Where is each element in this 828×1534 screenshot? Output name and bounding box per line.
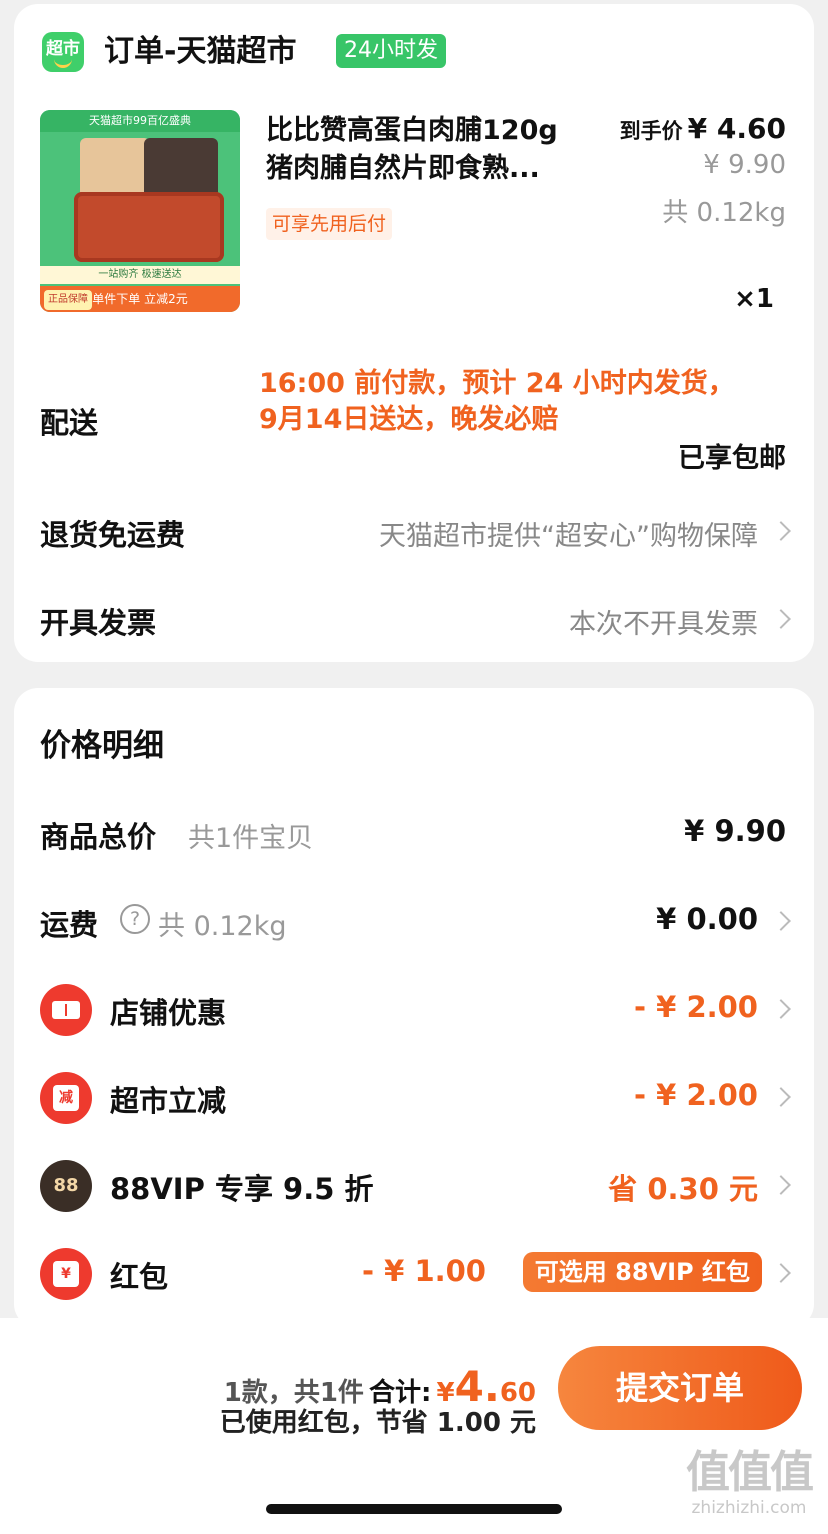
shop-discount-label: 店铺优惠 bbox=[110, 996, 227, 1030]
chevron-right-icon bbox=[771, 609, 791, 629]
red-packet-value: - ¥ 1.00 bbox=[362, 1254, 486, 1288]
shipping-fee-value: ¥ 0.00 bbox=[656, 902, 758, 936]
vip-discount-label: 88VIP 专享 9.5 折 bbox=[110, 1172, 374, 1206]
product-quantity[interactable]: ×1 bbox=[734, 284, 774, 314]
delivery-info: 16:00 前付款，预计 24 小时内发货， 9月14日送达，晚发必赔 bbox=[259, 368, 735, 435]
product-name[interactable]: 比比赞高蛋白肉脯120g 猪肉脯自然片即食熟... bbox=[266, 112, 616, 188]
shop-title: 订单-天猫超市 bbox=[104, 34, 297, 69]
chevron-right-icon bbox=[771, 1263, 791, 1283]
delivery-label: 配送 bbox=[40, 406, 99, 440]
product-image-slogan: 一站购齐 极速送达 bbox=[40, 266, 240, 284]
original-price: ¥ 9.90 bbox=[703, 150, 786, 180]
goods-total-count: 共1件宝贝 bbox=[188, 823, 314, 854]
discount-icon: 减 bbox=[40, 1072, 92, 1124]
shipping-24h-badge: 24小时发 bbox=[336, 34, 446, 68]
shipping-fee-label: 运费 bbox=[40, 908, 99, 942]
goods-total-label: 商品总价 bbox=[40, 820, 157, 854]
chevron-right-icon bbox=[771, 1087, 791, 1107]
shop-discount-value: - ¥ 2.00 bbox=[634, 990, 758, 1024]
product-weight: 共 0.12kg bbox=[662, 198, 786, 228]
invoice-value: 本次不开具发票 bbox=[569, 609, 758, 640]
return-shipping-value: 天猫超市提供“超安心”购物保障 bbox=[379, 521, 758, 552]
goods-total-value: ¥ 9.90 bbox=[684, 814, 786, 848]
savings-text: 已使用红包，节省 1.00 元 bbox=[219, 1408, 536, 1438]
pay-later-badge: 可享先用后付 bbox=[266, 208, 393, 240]
vip-discount-value: 省 0.30 元 bbox=[608, 1172, 758, 1206]
home-indicator[interactable] bbox=[266, 1504, 562, 1514]
authentic-guarantee-badge: 正品保障 bbox=[44, 290, 92, 310]
tmall-supermarket-logo-icon: 超市 bbox=[42, 32, 84, 72]
watermark: 值值值 zhizhizhi.com bbox=[686, 1447, 814, 1519]
help-question-icon[interactable]: ? bbox=[120, 904, 150, 934]
price-detail-card: 价格明细 商品总价 共1件宝贝 ¥ 9.90 运费 ? 共 0.12kg ¥ 0… bbox=[14, 688, 814, 1328]
chevron-right-icon bbox=[771, 521, 791, 541]
product-image-banner: 天猫超市99百亿盛典 bbox=[40, 110, 240, 132]
return-shipping-label: 退货免运费 bbox=[40, 518, 186, 552]
free-shipping-text: 已享包邮 bbox=[678, 443, 786, 474]
price-detail-title: 价格明细 bbox=[40, 728, 164, 764]
order-card: 超市 订单-天猫超市 24小时发 天猫超市99百亿盛典 一站购齐 极速送达 单件… bbox=[14, 4, 814, 662]
chevron-right-icon bbox=[771, 999, 791, 1019]
88vip-icon: 88 bbox=[40, 1160, 92, 1212]
submit-order-button[interactable]: 提交订单 bbox=[558, 1346, 802, 1430]
shipping-weight: 共 0.12kg bbox=[158, 911, 287, 942]
market-discount-label: 超市立减 bbox=[110, 1084, 227, 1118]
vip-red-packet-tag[interactable]: 可选用 88VIP 红包 bbox=[522, 1252, 762, 1292]
coupon-icon bbox=[40, 984, 92, 1036]
product-image[interactable]: 天猫超市99百亿盛典 一站购齐 极速送达 单件下单 立减2元 正品保障 bbox=[40, 110, 240, 312]
final-price: 到手价 ¥ 4.60 bbox=[619, 112, 786, 145]
red-packet-label: 红包 bbox=[110, 1260, 169, 1294]
market-discount-value: - ¥ 2.00 bbox=[634, 1078, 758, 1112]
chevron-right-icon bbox=[771, 911, 791, 931]
red-packet-icon: ¥ bbox=[40, 1248, 92, 1300]
invoice-label: 开具发票 bbox=[40, 606, 157, 640]
chevron-right-icon bbox=[771, 1175, 791, 1195]
